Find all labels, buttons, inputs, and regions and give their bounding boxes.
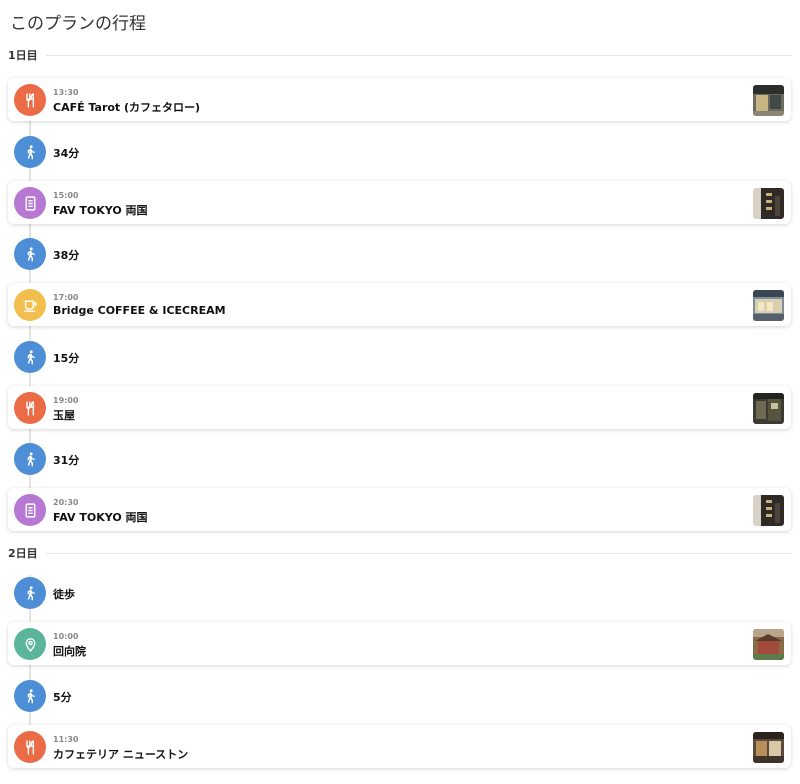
- walk-icon: [14, 238, 46, 270]
- walk-icon: [14, 341, 46, 373]
- move-row: 15分: [8, 341, 308, 373]
- hotel-icon: [14, 494, 46, 526]
- day-header-2: 2日目: [8, 546, 792, 560]
- spot-name: 回向院: [53, 645, 86, 658]
- spot-time: 19:00: [53, 396, 79, 405]
- walk-icon: [14, 136, 46, 168]
- spot-card[interactable]: 10:00 回向院: [8, 622, 791, 665]
- divider: [45, 552, 792, 554]
- hotel-photo[interactable]: [753, 495, 784, 526]
- spot-card[interactable]: 15:00 FAV TOKYO 両国: [8, 181, 791, 224]
- walk-icon: [14, 443, 46, 475]
- move-duration: 31分: [53, 454, 80, 467]
- map-pin-icon: [14, 628, 46, 660]
- move-duration: 38分: [53, 249, 80, 262]
- move-row: 31分: [8, 443, 308, 475]
- move-duration: 徒歩: [53, 588, 75, 601]
- fork-knife-icon: [14, 392, 46, 424]
- hotel-photo[interactable]: [753, 188, 784, 219]
- day-label: 1日目: [8, 49, 38, 62]
- spot-time: 17:00: [53, 293, 79, 302]
- move-row: 34分: [8, 136, 308, 168]
- fork-knife-icon: [14, 731, 46, 763]
- spot-time: 20:30: [53, 498, 79, 507]
- spot-card[interactable]: 17:00 Bridge COFFEE & ICECREAM: [8, 283, 791, 326]
- spot-time: 11:30: [53, 735, 79, 744]
- move-row: 38分: [8, 238, 308, 270]
- walk-icon: [14, 680, 46, 712]
- spot-card[interactable]: 19:00 玉屋: [8, 386, 791, 429]
- move-duration: 34分: [53, 147, 80, 160]
- spot-name: FAV TOKYO 両国: [53, 511, 148, 524]
- walk-icon: [14, 577, 46, 609]
- cafe-photo[interactable]: [753, 85, 784, 116]
- restaurant-photo[interactable]: [753, 393, 784, 424]
- spot-name: 玉屋: [53, 409, 75, 422]
- coffee-shop-photo[interactable]: [753, 290, 784, 321]
- move-row: 5分: [8, 680, 308, 712]
- page-title: このプランの行程: [10, 14, 146, 34]
- hotel-icon: [14, 187, 46, 219]
- itinerary-page: このプランの行程 1日目 13:30 CAFÉ Tarot (カフェタロー) 3…: [0, 0, 800, 784]
- spot-time: 13:30: [53, 88, 79, 97]
- move-duration: 5分: [53, 691, 72, 704]
- move-duration: 15分: [53, 352, 80, 365]
- spot-name: カフェテリア ニューストン: [53, 748, 189, 761]
- spot-card[interactable]: 11:30 カフェテリア ニューストン: [8, 725, 791, 768]
- day-header-1: 1日目: [8, 48, 792, 62]
- move-row: 徒歩: [8, 577, 308, 609]
- temple-photo[interactable]: [753, 629, 784, 660]
- day-label: 2日目: [8, 547, 38, 560]
- spot-name: CAFÉ Tarot (カフェタロー): [53, 101, 201, 114]
- divider: [45, 54, 792, 56]
- spot-card[interactable]: 20:30 FAV TOKYO 両国: [8, 488, 791, 531]
- cafeteria-photo[interactable]: [753, 732, 784, 763]
- spot-name: FAV TOKYO 両国: [53, 204, 148, 217]
- spot-time: 10:00: [53, 632, 79, 641]
- spot-name: Bridge COFFEE & ICECREAM: [53, 304, 226, 317]
- coffee-cup-icon: [14, 289, 46, 321]
- fork-knife-icon: [14, 84, 46, 116]
- spot-card[interactable]: 13:30 CAFÉ Tarot (カフェタロー): [8, 78, 791, 121]
- spot-time: 15:00: [53, 191, 79, 200]
